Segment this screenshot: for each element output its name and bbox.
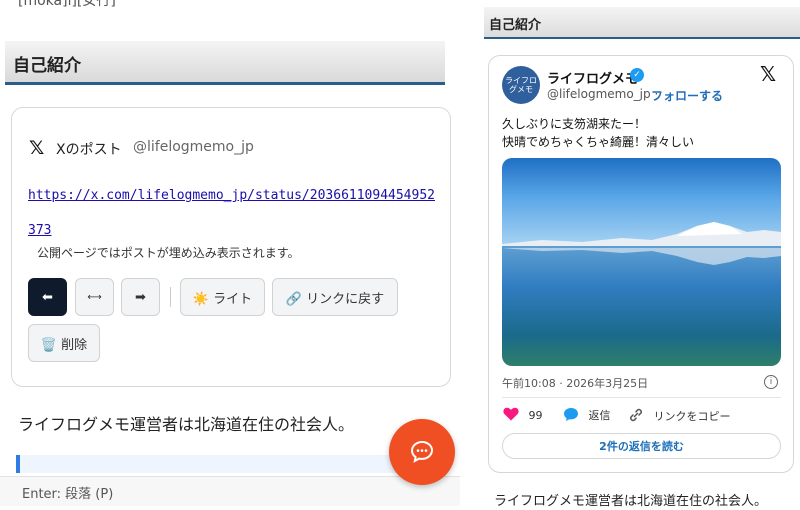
next-block-placeholder[interactable]	[16, 455, 420, 473]
tweet-text: 久しぶりに支笏湖来たー！ 快晴でめちゃくちゃ綺麗！清々しい	[502, 115, 694, 151]
embed-handle: @lifelogmemo_jp	[133, 139, 254, 155]
align-center-button[interactable]: ⟷	[75, 278, 114, 316]
keyboard-hint: Enter: 段落 (P)	[22, 487, 114, 502]
preview-section-heading: 自己紹介	[484, 7, 800, 39]
chat-bubble-icon	[410, 440, 434, 463]
tweet-text-line: 快晴でめちゃくちゃ綺麗！清々しい	[502, 135, 695, 149]
tweet-author-handle: @lifelogmemo_jp ·	[547, 87, 658, 101]
section-heading: 自己紹介	[5, 41, 445, 85]
align-right-button[interactable]: ➡	[121, 278, 160, 316]
reply-action[interactable]: 返信	[563, 407, 611, 423]
back-to-link-button[interactable]: 🔗 リンクに戻す	[272, 278, 398, 316]
tweet-photo[interactable]	[502, 158, 781, 366]
tweet-handle-text: @lifelogmemo_jp	[547, 87, 651, 101]
toolbar-divider	[170, 287, 171, 307]
light-theme-label: ☀️ ライト	[192, 291, 253, 307]
speech-bubble-icon	[564, 408, 578, 421]
copy-link-action[interactable]: リンクをコピー	[628, 407, 731, 424]
delete-label: 🗑️ 削除	[40, 337, 88, 353]
clipped-heading-text: [moka]i][女行]	[18, 0, 116, 9]
info-icon[interactable]: i	[764, 375, 778, 389]
embed-notice: 公開ページではポストが埋め込み表示されます。	[37, 246, 300, 260]
lake-photo-image	[502, 158, 781, 366]
like-action[interactable]: 99	[503, 407, 543, 422]
copy-link-label: リンクをコピー	[653, 410, 731, 423]
heart-icon	[503, 407, 519, 421]
verified-badge-icon: ✓	[630, 68, 644, 82]
tweet-author-name[interactable]: ライフログメモ	[547, 68, 638, 87]
x-logo-icon: 𝕏	[29, 137, 45, 159]
tweet-divider	[502, 397, 781, 398]
tweet-timestamp[interactable]: 午前10:08 · 2026年3月25日	[502, 375, 648, 391]
delete-button[interactable]: 🗑️ 削除	[28, 324, 100, 362]
arrow-left-icon: ⬅	[42, 289, 53, 305]
preview-section-heading-label: 自己紹介	[489, 18, 542, 33]
light-theme-button[interactable]: ☀️ ライト	[180, 278, 265, 316]
back-to-link-label: 🔗 リンクに戻す	[285, 291, 385, 307]
chat-fab-button[interactable]	[389, 419, 455, 485]
arrow-both-icon: ⟷	[87, 291, 102, 303]
like-count: 99	[528, 409, 543, 422]
x-logo-icon[interactable]: 𝕏	[760, 62, 776, 86]
section-heading-label: 自己紹介	[13, 56, 81, 76]
tweet-text-line: 久しぶりに支笏湖来たー！	[502, 117, 647, 131]
embed-post-link[interactable]: https://x.com/lifelogmemo_jp/status/2036…	[28, 178, 438, 248]
arrow-right-icon: ➡	[135, 289, 146, 305]
link-icon	[630, 408, 642, 422]
editor-status-bar: Enter: 段落 (P)	[0, 476, 460, 506]
align-left-button[interactable]: ⬅	[28, 278, 67, 316]
preview-paragraph: ライフログメモ運営者は北海道在住の社会人。	[494, 494, 768, 509]
follow-link[interactable]: フォローする	[651, 87, 723, 104]
embed-post-label: Xのポスト	[56, 142, 122, 158]
editor-paragraph[interactable]: ライフログメモ運営者は北海道在住の社会人。	[18, 411, 354, 435]
avatar[interactable]: ライフログメモ	[502, 66, 540, 104]
reply-label: 返信	[588, 409, 611, 422]
read-replies-button[interactable]: 2件の返信を読む	[502, 433, 781, 459]
